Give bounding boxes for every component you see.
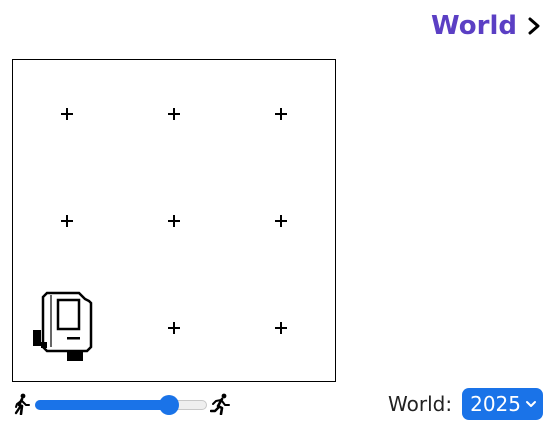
walk-icon <box>14 393 30 415</box>
chevron-down-icon <box>526 401 536 407</box>
grid-marker <box>168 321 180 334</box>
grid-marker <box>275 321 288 334</box>
run-icon <box>210 393 230 415</box>
grid-marker <box>168 107 180 120</box>
speed-control <box>12 390 230 418</box>
world-select-value: 2025 <box>470 392 521 416</box>
grid-marker <box>275 107 288 120</box>
world-link-label: World <box>431 11 517 41</box>
grid-marker <box>60 107 73 120</box>
world-nav-link[interactable]: World <box>431 10 541 42</box>
speed-slider[interactable] <box>35 393 207 415</box>
app-root: World World: 2025 <box>0 0 549 424</box>
world-selector: World: 2025 <box>388 388 543 420</box>
controls-bar: World: 2025 <box>12 388 549 420</box>
slider-thumb[interactable] <box>159 395 180 415</box>
grid-marker <box>275 214 288 227</box>
grid-marker <box>60 214 73 227</box>
grid-marker <box>168 214 180 227</box>
robot-icon <box>33 291 93 361</box>
world-select[interactable]: 2025 <box>462 388 543 420</box>
chevron-right-icon <box>528 17 540 35</box>
slider-fill <box>35 400 170 410</box>
world-select-label: World: <box>388 392 453 416</box>
world-canvas[interactable] <box>12 59 336 382</box>
